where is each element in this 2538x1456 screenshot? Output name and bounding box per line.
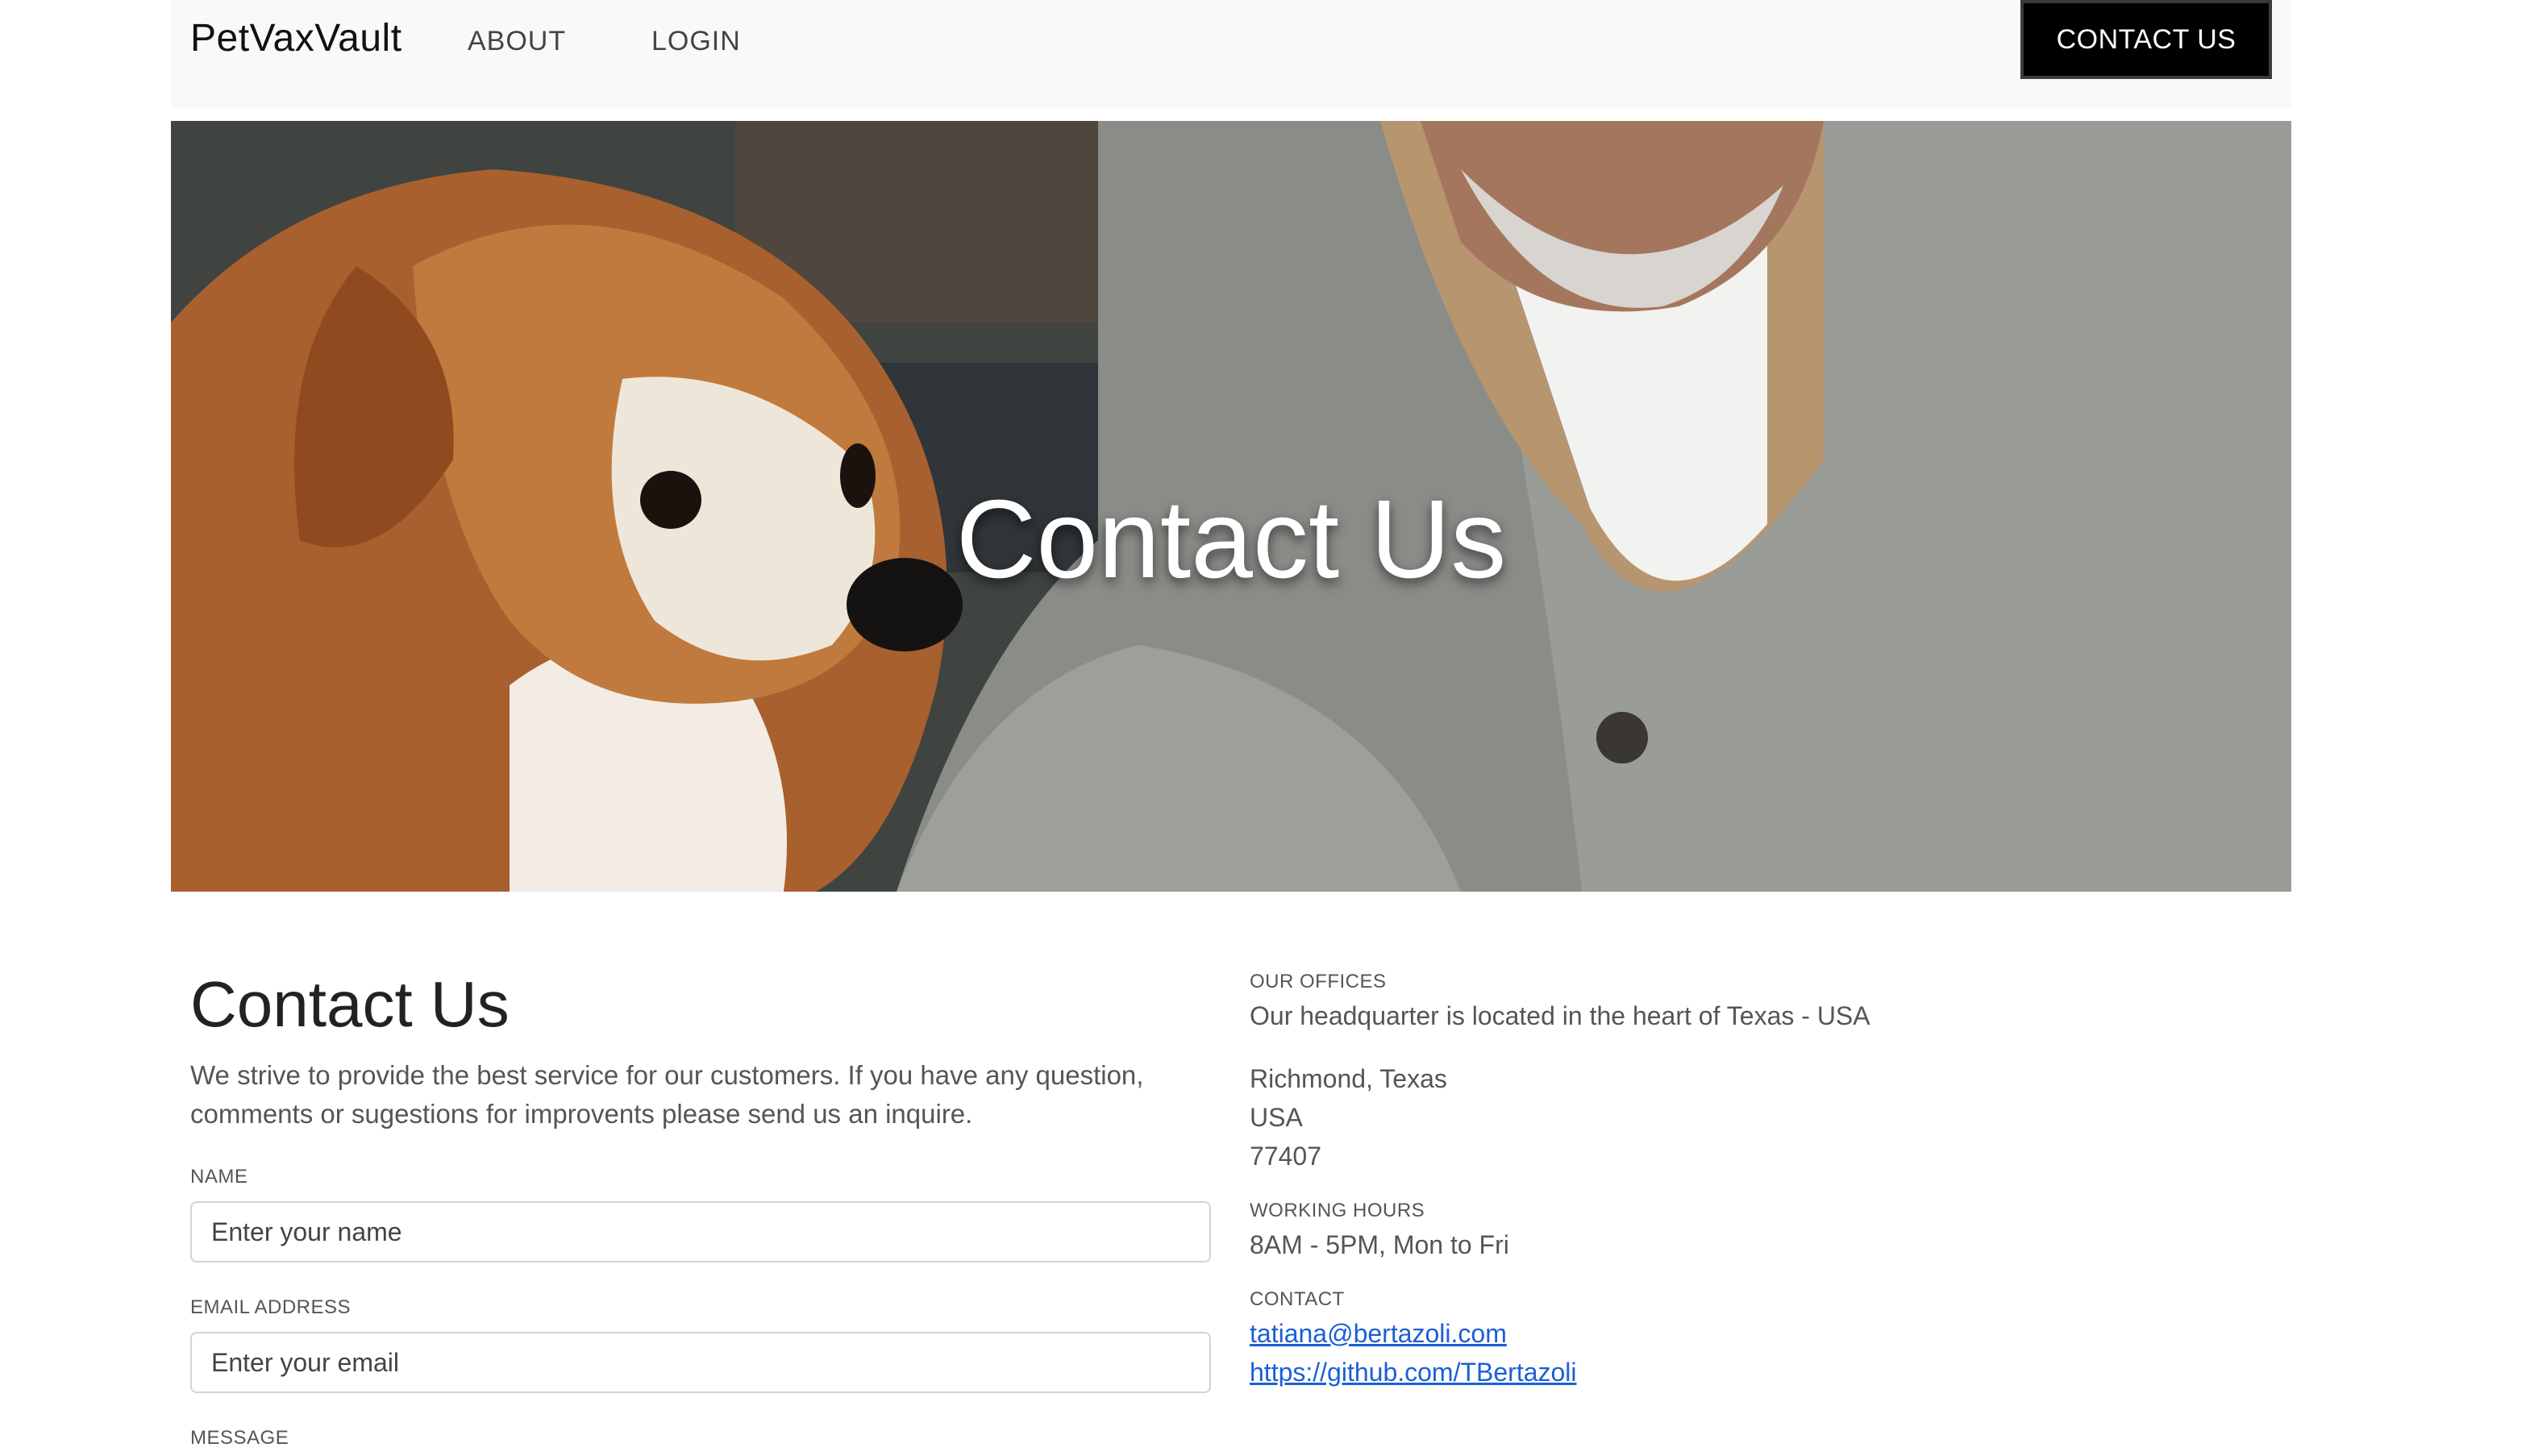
brand-logo[interactable]: PetVaxVault xyxy=(190,16,402,60)
name-label: NAME xyxy=(190,1166,248,1188)
hero-title: Contact Us xyxy=(955,477,1507,601)
hero-banner: Contact Us xyxy=(171,121,2291,892)
hours-text: 8AM - 5PM, Mon to Fri xyxy=(1250,1230,1509,1259)
email-link[interactable]: tatiana@bertazoli.com xyxy=(1250,1314,2249,1353)
contact-form-section: Contact Us We strive to provide the best… xyxy=(190,967,1211,1450)
intro-text: We strive to provide the best service fo… xyxy=(190,1060,1144,1129)
address-country: USA xyxy=(1250,1103,1303,1132)
email-label: EMAIL ADDRESS xyxy=(190,1296,352,1318)
message-label: MESSAGE xyxy=(190,1427,289,1449)
page-title: Contact Us xyxy=(190,968,510,1040)
contact-label: CONTACT xyxy=(1250,1288,1345,1310)
github-link[interactable]: https://github.com/TBertazoli xyxy=(1250,1353,2249,1392)
email-input[interactable] xyxy=(190,1332,1211,1393)
nav-link-about[interactable]: ABOUT xyxy=(468,26,566,57)
navbar: PetVaxVault ABOUT LOGIN CONTACT US xyxy=(171,0,2291,108)
name-input[interactable] xyxy=(190,1201,1211,1263)
address-zip: 77407 xyxy=(1250,1142,1321,1171)
address-city: Richmond, Texas xyxy=(1250,1064,1447,1093)
offices-text: Our headquarter is located in the heart … xyxy=(1250,1001,1870,1030)
contact-info-section: OUR OFFICES Our headquarter is located i… xyxy=(1250,971,2249,1392)
contact-us-button[interactable]: CONTACT US xyxy=(2020,0,2272,79)
nav-link-login[interactable]: LOGIN xyxy=(651,26,741,57)
offices-label: OUR OFFICES xyxy=(1250,971,1387,992)
address-block: Richmond, Texas USA 77407 xyxy=(1250,1059,2249,1175)
hours-label: WORKING HOURS xyxy=(1250,1200,1425,1221)
